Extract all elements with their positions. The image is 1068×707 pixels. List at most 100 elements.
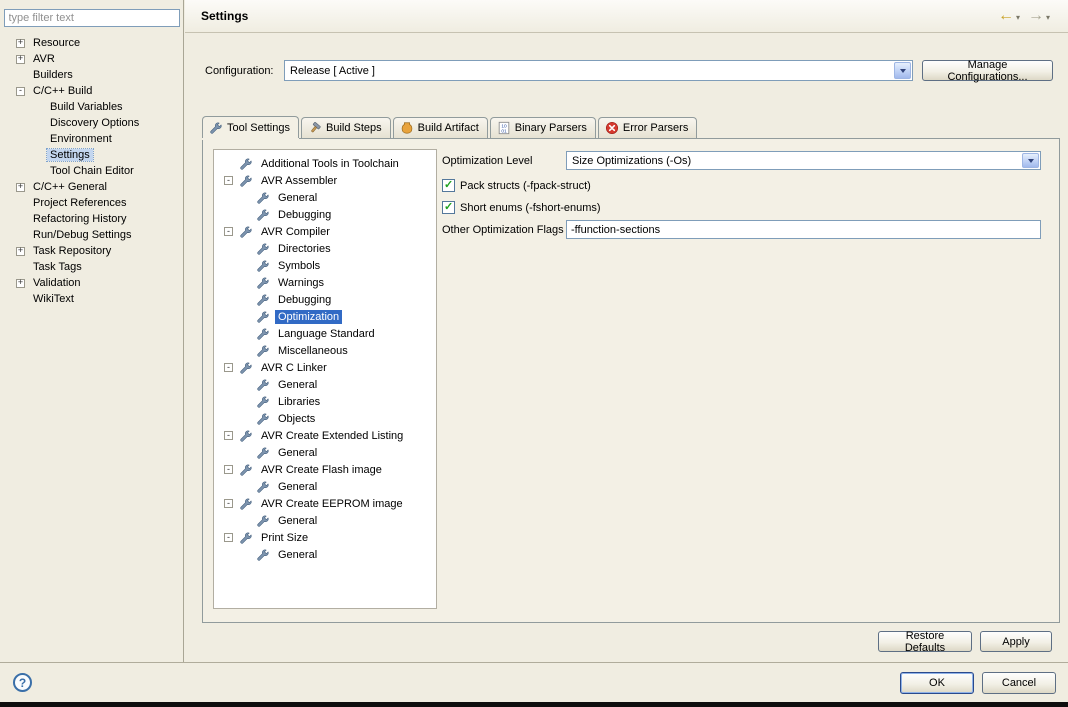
tool-tree-item-linker-general[interactable]: General: [214, 376, 436, 393]
tool-tree-item-listing-general[interactable]: General: [214, 444, 436, 461]
tool-icon: [256, 446, 270, 460]
preferences-tree: Resource AVR Builders C/C++ Build Build …: [0, 35, 183, 307]
tool-icon: [256, 191, 270, 205]
tool-tree-item-eeprom-general[interactable]: General: [214, 512, 436, 529]
tool-tree-item-optimization[interactable]: Optimization: [214, 308, 436, 325]
expander-icon[interactable]: [224, 431, 233, 440]
help-icon[interactable]: ?: [13, 673, 32, 692]
sidebar-item-cpp-general[interactable]: C/C++ General: [0, 179, 183, 195]
expander-icon[interactable]: [224, 533, 233, 542]
page-buttons: Restore Defaults Apply: [202, 631, 1052, 652]
sidebar-item-discovery-options[interactable]: Discovery Options: [0, 115, 183, 131]
sidebar-item-avr[interactable]: AVR: [0, 51, 183, 67]
sidebar-item-environment[interactable]: Environment: [0, 131, 183, 147]
error-icon: [605, 121, 619, 135]
tool-tree-item-warnings[interactable]: Warnings: [214, 274, 436, 291]
tool-icon: [256, 327, 270, 341]
tool-tree-item-miscellaneous[interactable]: Miscellaneous: [214, 342, 436, 359]
cancel-button[interactable]: Cancel: [982, 672, 1056, 694]
tab-tool-settings[interactable]: Tool Settings: [202, 116, 299, 138]
tool-tree-item-extended-listing[interactable]: AVR Create Extended Listing: [214, 427, 436, 444]
tool-tree-item-directories[interactable]: Directories: [214, 240, 436, 257]
tool-icon: [256, 480, 270, 494]
tool-tree-item-symbols[interactable]: Symbols: [214, 257, 436, 274]
tool-icon: [256, 344, 270, 358]
expander-icon[interactable]: [224, 227, 233, 236]
forward-dropdown-icon[interactable]: ▾: [1046, 13, 1050, 22]
expander-icon[interactable]: [16, 39, 25, 48]
pack-structs-checkbox[interactable]: [442, 179, 455, 192]
expander-icon[interactable]: [16, 279, 25, 288]
other-flags-input[interactable]: [566, 220, 1041, 239]
tool-tree-item-objects[interactable]: Objects: [214, 410, 436, 427]
tool-tree-item-print-size[interactable]: Print Size: [214, 529, 436, 546]
tab-build-steps[interactable]: Build Steps: [301, 117, 391, 138]
tool-tree-item-debugging[interactable]: Debugging: [214, 206, 436, 223]
optimization-level-label: Optimization Level: [442, 155, 566, 167]
sidebar-item-tool-chain-editor[interactable]: Tool Chain Editor: [0, 163, 183, 179]
bottom-edge-strip: [0, 702, 1068, 707]
apply-button[interactable]: Apply: [980, 631, 1052, 652]
preferences-sidebar: Resource AVR Builders C/C++ Build Build …: [0, 0, 184, 662]
sidebar-item-task-repository[interactable]: Task Repository: [0, 243, 183, 259]
tool-tree-item-avr-assembler[interactable]: AVR Assembler: [214, 172, 436, 189]
configuration-select[interactable]: Release [ Active ]: [284, 60, 913, 81]
chevron-down-icon[interactable]: [1022, 153, 1039, 168]
sidebar-item-validation[interactable]: Validation: [0, 275, 183, 291]
ok-button[interactable]: OK: [900, 672, 974, 694]
expander-icon[interactable]: [16, 183, 25, 192]
expander-icon[interactable]: [16, 87, 25, 96]
tool-tree-item-avr-c-linker[interactable]: AVR C Linker: [214, 359, 436, 376]
expander-icon[interactable]: [16, 55, 25, 64]
tool-tree-item-additional-tools[interactable]: Additional Tools in Toolchain: [214, 155, 436, 172]
tool-icon: [239, 531, 253, 545]
expander-icon[interactable]: [224, 465, 233, 474]
expander-icon[interactable]: [16, 247, 25, 256]
expander-icon[interactable]: [224, 363, 233, 372]
tool-icon: [256, 378, 270, 392]
short-enums-checkbox[interactable]: [442, 201, 455, 214]
short-enums-row: Short enums (-fshort-enums): [442, 198, 1041, 217]
sidebar-item-builders[interactable]: Builders: [0, 67, 183, 83]
tool-tree-item-libraries[interactable]: Libraries: [214, 393, 436, 410]
sidebar-item-wikitext[interactable]: WikiText: [0, 291, 183, 307]
chevron-down-icon[interactable]: [894, 62, 911, 79]
optimization-options: Optimization Level Size Optimizations (-…: [442, 151, 1041, 245]
optimization-level-select[interactable]: Size Optimizations (-Os): [566, 151, 1041, 170]
tool-icon: [256, 276, 270, 290]
tool-settings-tree: Additional Tools in Toolchain AVR Assemb…: [213, 149, 437, 609]
manage-configurations-button[interactable]: Manage Configurations...: [922, 60, 1053, 81]
tab-build-artifact[interactable]: Build Artifact: [393, 117, 488, 138]
forward-arrow-icon[interactable]: →: [1028, 8, 1044, 24]
sidebar-item-settings[interactable]: Settings: [0, 147, 183, 163]
sidebar-item-resource[interactable]: Resource: [0, 35, 183, 51]
expander-icon[interactable]: [224, 499, 233, 508]
filter-input[interactable]: [4, 9, 180, 27]
history-nav: ← ▾ → ▾: [998, 8, 1058, 24]
back-dropdown-icon[interactable]: ▾: [1016, 13, 1020, 22]
tool-icon: [256, 208, 270, 222]
sidebar-item-project-references[interactable]: Project References: [0, 195, 183, 211]
sidebar-item-run-debug-settings[interactable]: Run/Debug Settings: [0, 227, 183, 243]
tool-tree-item-debugging-compiler[interactable]: Debugging: [214, 291, 436, 308]
tool-tree-item-language-standard[interactable]: Language Standard: [214, 325, 436, 342]
tool-tree-item-general[interactable]: General: [214, 189, 436, 206]
restore-defaults-button[interactable]: Restore Defaults: [878, 631, 972, 652]
sidebar-item-refactoring-history[interactable]: Refactoring History: [0, 211, 183, 227]
tool-tree-item-flash-general[interactable]: General: [214, 478, 436, 495]
sidebar-item-task-tags[interactable]: Task Tags: [0, 259, 183, 275]
expander-icon[interactable]: [224, 176, 233, 185]
tool-tree-item-print-size-general[interactable]: General: [214, 546, 436, 563]
tool-tree-item-flash-image[interactable]: AVR Create Flash image: [214, 461, 436, 478]
settings-tabs: Tool Settings Build Steps Build Artifact…: [202, 116, 1060, 138]
sidebar-item-build-variables[interactable]: Build Variables: [0, 99, 183, 115]
back-arrow-icon[interactable]: ←: [998, 8, 1014, 24]
tool-icon: [256, 259, 270, 273]
tool-icon: [239, 157, 253, 171]
tab-binary-parsers[interactable]: Binary Parsers: [490, 117, 596, 138]
sidebar-item-cpp-build[interactable]: C/C++ Build: [0, 83, 183, 99]
tab-error-parsers[interactable]: Error Parsers: [598, 117, 697, 138]
tool-tree-item-avr-compiler[interactable]: AVR Compiler: [214, 223, 436, 240]
pack-structs-row: Pack structs (-fpack-struct): [442, 176, 1041, 195]
tool-tree-item-eeprom-image[interactable]: AVR Create EEPROM image: [214, 495, 436, 512]
